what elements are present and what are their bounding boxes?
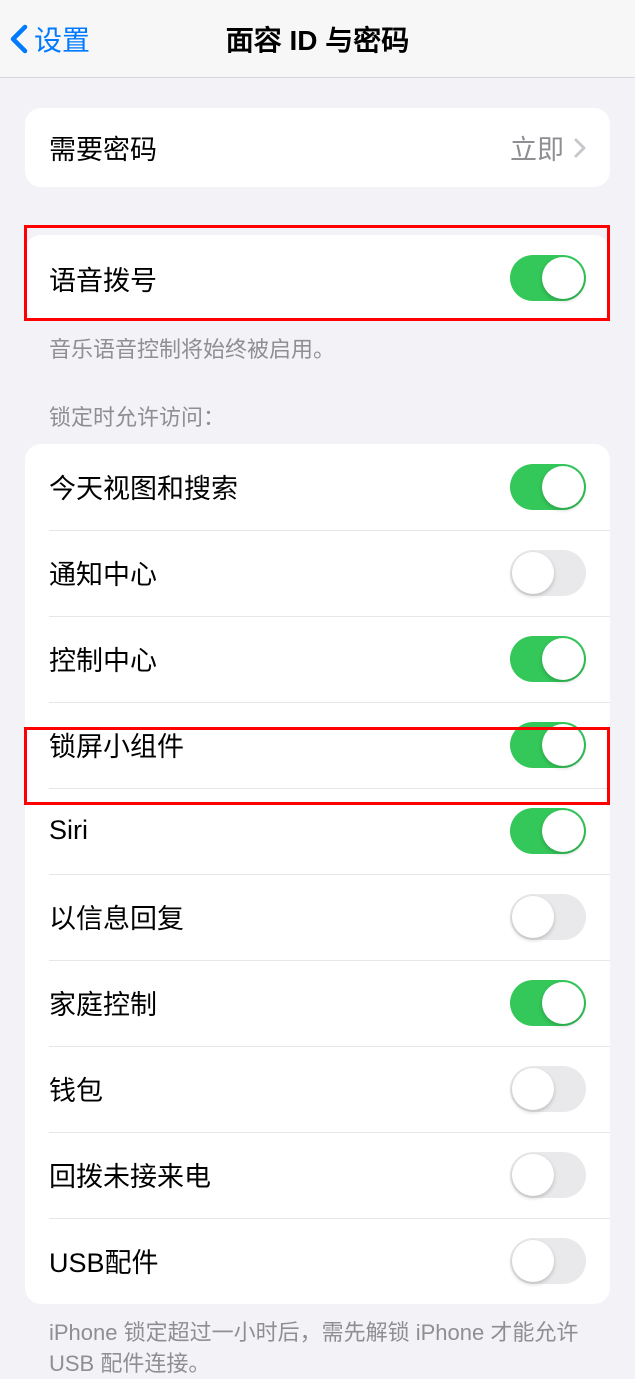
require-passcode-value: 立即 [510,128,564,167]
chevron-left-icon [10,24,28,54]
lock-item-toggle[interactable] [510,1152,586,1198]
lock-item-toggle[interactable] [510,1066,586,1112]
nav-header: 设置 面容 ID 与密码 [0,0,635,78]
lock-item-toggle[interactable] [510,550,586,596]
lock-item-toggle[interactable] [510,636,586,682]
lock-item-row: 通知中心 [25,530,610,616]
passcode-section: 需要密码 立即 [25,108,610,187]
lock-item-label: 今天视图和搜索 [49,467,238,506]
voice-dial-row: 语音拨号 [25,235,610,321]
lock-item-label: 通知中心 [49,553,157,592]
lock-item-label: 钱包 [49,1069,103,1108]
lock-item-label: 回拨未接来电 [49,1155,211,1194]
usb-footer: iPhone 锁定超过一小时后，需先解锁 iPhone 才能允许 USB 配件连… [25,1304,610,1379]
lock-item-row: 钱包 [25,1046,610,1132]
lock-item-toggle[interactable] [510,980,586,1026]
chevron-right-icon [574,138,586,158]
voice-dial-section: 语音拨号 [25,235,610,321]
lock-item-label: 控制中心 [49,639,157,678]
lock-item-toggle[interactable] [510,722,586,768]
voice-dial-label: 语音拨号 [49,259,157,298]
lock-access-section: 今天视图和搜索通知中心控制中心锁屏小组件 Siri 以信息回复家庭控制钱包回拨未接来… [25,444,610,1304]
lock-item-label: 以信息回复 [49,897,184,936]
lock-item-label: USB配件 [49,1241,159,1280]
lock-item-row: 以信息回复 [25,874,610,960]
lock-item-label: 家庭控制 [49,983,157,1022]
lock-item-label: 锁屏小组件 [49,725,184,764]
lock-item-label: Siri [49,815,88,846]
back-button[interactable]: 设置 [10,19,90,59]
require-passcode-row[interactable]: 需要密码 立即 [25,108,610,187]
lock-item-toggle[interactable] [510,1238,586,1284]
lock-item-row: Siri [25,788,610,874]
lock-item-row: 回拨未接来电 [25,1132,610,1218]
voice-dial-toggle[interactable] [510,255,586,301]
lock-item-row: 锁屏小组件 [25,702,610,788]
lock-item-toggle[interactable] [510,808,586,854]
lock-access-header: 锁定时允许访问： [25,366,610,444]
lock-item-toggle[interactable] [510,894,586,940]
page-title: 面容 ID 与密码 [226,19,410,59]
lock-item-toggle[interactable] [510,464,586,510]
lock-item-row: 控制中心 [25,616,610,702]
lock-item-row: 家庭控制 [25,960,610,1046]
require-passcode-label: 需要密码 [49,128,157,167]
lock-item-row: USB配件 [25,1218,610,1304]
lock-item-row: 今天视图和搜索 [25,444,610,530]
voice-dial-footer: 音乐语音控制将始终被启用。 [25,321,610,366]
back-label: 设置 [34,19,90,59]
